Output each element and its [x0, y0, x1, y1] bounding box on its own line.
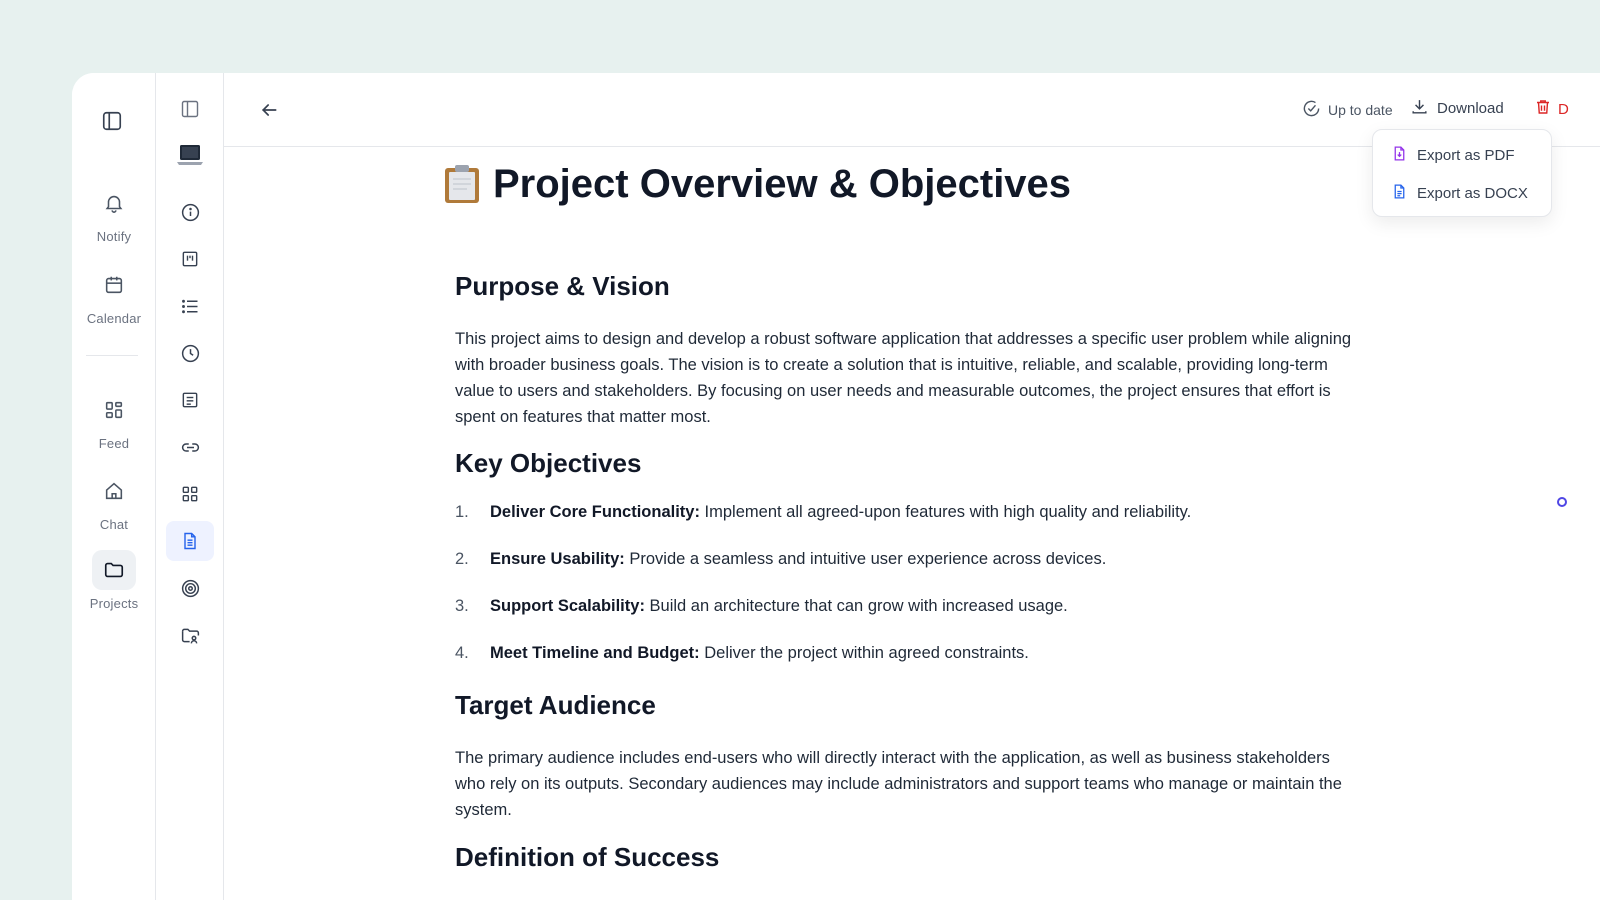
heading-success: Definition of Success	[455, 842, 720, 872]
primary-nav-rail: Notify Calendar Feed Chat Projects	[72, 73, 156, 900]
document-main: Up to date Download D Export as PDF Expo…	[224, 73, 1600, 900]
heading-objectives: Key Objectives	[455, 448, 642, 478]
download-dropdown-menu: Export as PDF Export as DOCX	[1372, 129, 1552, 217]
delete-button[interactable]: D	[1534, 98, 1569, 121]
export-pdf-label: Export as PDF	[1417, 146, 1515, 164]
folder-icon	[92, 550, 136, 590]
clipboard-icon	[443, 164, 481, 204]
trash-icon	[1534, 98, 1552, 121]
list-number: 1.	[455, 503, 469, 521]
save-status-label: Up to date	[1328, 102, 1393, 118]
list-item: 1. Deliver Core Functionality: Implement…	[455, 503, 1355, 527]
download-button[interactable]: Download	[1410, 97, 1504, 120]
download-label: Download	[1437, 100, 1504, 117]
save-status: Up to date	[1302, 99, 1393, 121]
export-docx-item[interactable]: Export as DOCX	[1373, 174, 1551, 212]
nav-label-notify: Notify	[96, 229, 132, 244]
panel-toggle-icon[interactable]	[99, 108, 125, 134]
objective-term: Meet Timeline and Budget:	[490, 644, 700, 662]
page-title: Project Overview & Objectives	[443, 161, 1355, 207]
docx-file-icon	[1391, 183, 1408, 204]
download-icon	[1410, 97, 1429, 120]
document-icon[interactable]	[166, 521, 214, 561]
shared-folder-icon[interactable]	[166, 615, 214, 655]
board-icon[interactable]	[166, 239, 214, 279]
link-icon[interactable]	[166, 427, 214, 467]
bell-icon	[92, 183, 136, 223]
list-item: 2. Ensure Usability: Provide a seamless …	[455, 550, 1355, 574]
objective-term: Support Scalability:	[490, 597, 645, 615]
nav-item-chat[interactable]: Chat	[72, 471, 156, 532]
check-circle-icon	[1302, 99, 1321, 121]
home-icon	[92, 471, 136, 511]
delete-label: D	[1558, 101, 1569, 118]
info-icon[interactable]	[166, 192, 214, 232]
page-title-text: Project Overview & Objectives	[493, 161, 1072, 206]
list-number: 2.	[455, 550, 469, 568]
grid-icon	[92, 390, 136, 430]
objective-text: Provide a seamless and intuitive user ex…	[624, 550, 1107, 568]
nav-label-calendar: Calendar	[86, 311, 142, 326]
list-item: 3. Support Scalability: Build an archite…	[455, 597, 1355, 621]
clock-icon[interactable]	[166, 333, 214, 373]
pdf-file-icon	[1391, 145, 1408, 166]
back-arrow-icon[interactable]	[256, 97, 282, 123]
calendar-icon	[92, 265, 136, 305]
list-item: 4. Meet Timeline and Budget: Deliver the…	[455, 644, 1355, 668]
objective-text: Implement all agreed-upon features with …	[699, 503, 1192, 521]
objectives-list: 1. Deliver Core Functionality: Implement…	[455, 503, 1355, 691]
project-tools-column	[156, 73, 224, 900]
nav-label-projects: Projects	[89, 596, 139, 611]
add-block-handle-icon[interactable]	[1557, 497, 1567, 507]
app-window: Notify Calendar Feed Chat Projects Up to…	[72, 73, 1600, 900]
list-icon[interactable]	[166, 286, 214, 326]
heading-audience: Target Audience	[455, 690, 656, 720]
list-number: 4.	[455, 644, 469, 662]
target-icon[interactable]	[166, 568, 214, 608]
apps-grid-icon[interactable]	[166, 474, 214, 514]
list-number: 3.	[455, 597, 469, 615]
objective-text: Build an architecture that can grow with…	[644, 597, 1068, 615]
laptop-icon	[176, 141, 204, 169]
objective-text: Deliver the project within agreed constr…	[699, 644, 1029, 662]
nav-label-feed: Feed	[98, 436, 130, 451]
sidebar-toggle-icon[interactable]	[166, 89, 214, 129]
nav-item-projects[interactable]: Projects	[72, 550, 156, 611]
nav-item-feed[interactable]: Feed	[72, 390, 156, 451]
nav-label-chat: Chat	[99, 517, 129, 532]
heading-purpose: Purpose & Vision	[455, 271, 670, 301]
export-docx-label: Export as DOCX	[1417, 184, 1528, 202]
audience-paragraph: The primary audience includes end-users …	[455, 749, 1342, 819]
objective-term: Deliver Core Functionality:	[490, 503, 700, 521]
export-pdf-item[interactable]: Export as PDF	[1373, 136, 1551, 174]
purpose-paragraph: This project aims to design and develop …	[455, 330, 1352, 426]
document-body[interactable]: Project Overview & Objectives Purpose & …	[445, 161, 1567, 872]
nav-item-notify[interactable]: Notify	[72, 183, 156, 244]
notes-icon[interactable]	[166, 380, 214, 420]
nav-item-calendar[interactable]: Calendar	[72, 265, 156, 326]
objective-term: Ensure Usability:	[490, 550, 625, 568]
rail-divider	[86, 355, 138, 356]
